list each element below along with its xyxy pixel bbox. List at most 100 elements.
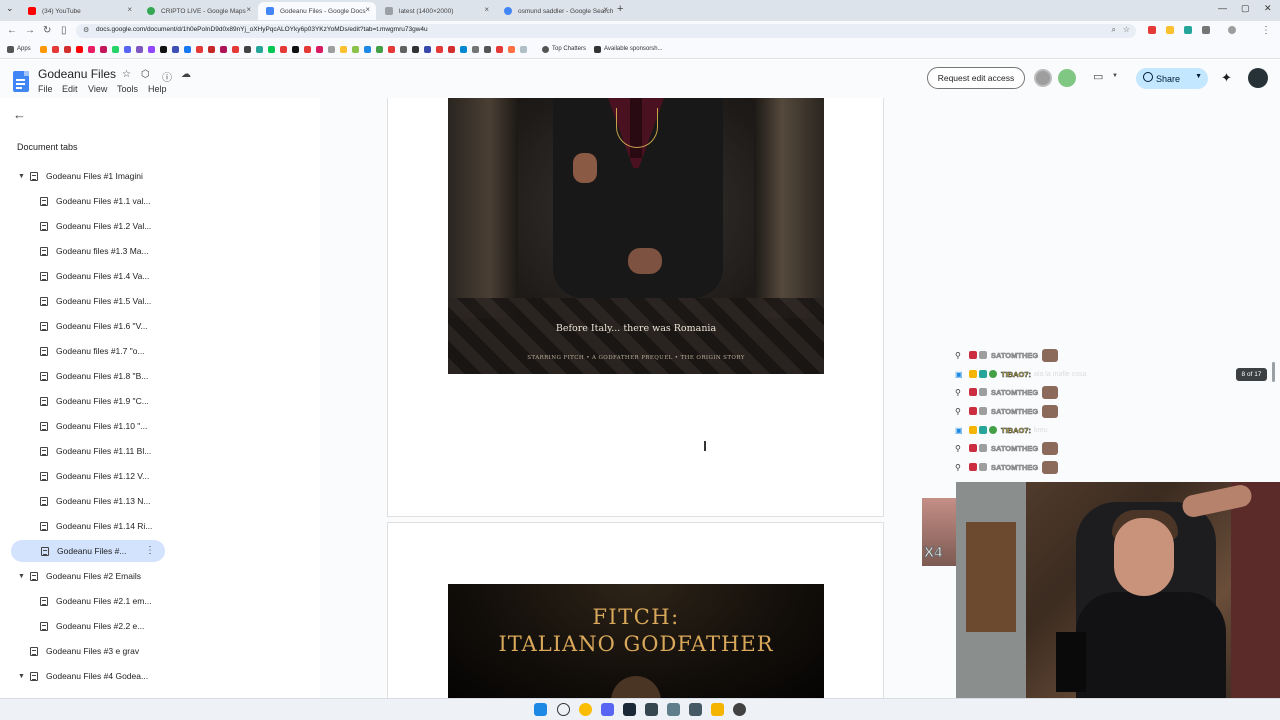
apps-grid-icon[interactable] — [7, 46, 14, 53]
bookmark-icon[interactable] — [184, 46, 191, 53]
bookmark-icon[interactable] — [88, 46, 95, 53]
bookmark-icon[interactable] — [400, 46, 407, 53]
sidebar-item-1-4[interactable]: Godeanu Files #1.4 Va... — [40, 265, 149, 287]
app-icon[interactable] — [689, 703, 702, 716]
close-icon[interactable]: × — [603, 5, 608, 14]
bookmark-icon[interactable] — [112, 46, 119, 53]
poster-image-godfather[interactable]: FITCH: ITALIANO GODFATHER — [448, 584, 824, 698]
minimize-icon[interactable]: — — [1218, 3, 1227, 13]
bookmark-icon[interactable] — [448, 46, 455, 53]
collapse-caret-icon[interactable]: ▼ — [18, 173, 25, 180]
reload-icon[interactable]: ↻ — [43, 25, 51, 36]
bookmark-icon[interactable] — [364, 46, 371, 53]
bookmark-icon[interactable] — [352, 46, 359, 53]
close-icon[interactable]: × — [365, 5, 370, 14]
sidebar-item-current[interactable]: Godeanu Files #... — [11, 540, 165, 562]
obs-icon[interactable] — [733, 703, 746, 716]
bookmark-icon[interactable] — [40, 46, 47, 53]
bookmark-apps[interactable]: Apps — [17, 46, 31, 52]
extension-icon[interactable] — [1148, 26, 1156, 34]
sidebar-item-1-6[interactable]: Godeanu Files #1.6 "V... — [40, 315, 148, 337]
bookmark-icon[interactable] — [136, 46, 143, 53]
bookmark-icon[interactable] — [52, 46, 59, 53]
collapse-caret-icon[interactable]: ▼ — [18, 573, 25, 580]
discord-icon[interactable] — [601, 703, 614, 716]
menu-tools[interactable]: Tools — [117, 84, 138, 94]
bookmark-icon[interactable] — [436, 46, 443, 53]
sidebar-item-1-14[interactable]: Godeanu Files #1.14 Ri... — [40, 515, 152, 537]
sidebar-item-emails[interactable]: Godeanu Files #2 Emails — [30, 565, 141, 587]
docs-logo-icon[interactable] — [13, 71, 29, 92]
bookmark-icon[interactable] — [64, 46, 71, 53]
menu-icon[interactable]: ⋮ — [1261, 25, 1271, 36]
sidebar-item-imagini[interactable]: Godeanu Files #1 Imagini — [30, 165, 143, 187]
extension-icon[interactable] — [1184, 26, 1192, 34]
url-field[interactable]: ⚙ docs.google.com/document/d/1h0ePoInD9d… — [76, 24, 1136, 38]
bookmark-icon[interactable] — [172, 46, 179, 53]
scrollbar-thumb[interactable] — [1272, 362, 1275, 382]
sidebar-item-4[interactable]: Godeanu Files #4 Godea... — [30, 665, 148, 687]
gemini-sparkle-icon[interactable]: ✦ — [1221, 70, 1232, 86]
share-button[interactable]: Share ▼ — [1136, 68, 1208, 89]
bookmark-icon[interactable] — [594, 46, 601, 53]
bookmark-icon[interactable] — [472, 46, 479, 53]
star-icon[interactable]: ☆ — [122, 69, 131, 80]
bookmark-available-sponsorships[interactable]: Available sponsorsh... — [604, 46, 663, 52]
bookmark-top-chatters[interactable]: Top Chatters — [552, 46, 586, 52]
sidebar-item-1-13[interactable]: Godeanu Files #1.13 N... — [40, 490, 151, 512]
cloud-status-icon[interactable]: ☁ — [181, 69, 191, 80]
bookmark-icon[interactable] — [388, 46, 395, 53]
bookmark-icon[interactable] — [460, 46, 467, 53]
move-folder-icon[interactable]: ⬡ — [141, 69, 150, 80]
site-info-icon[interactable]: ⚙ — [83, 26, 89, 34]
bookmark-icon[interactable] — [520, 46, 527, 53]
search-icon[interactable] — [557, 703, 570, 716]
close-icon[interactable]: × — [127, 5, 132, 14]
menu-help[interactable]: Help — [148, 84, 167, 94]
bookmark-icon[interactable] — [424, 46, 431, 53]
maximize-icon[interactable]: ▢ — [1241, 3, 1250, 14]
collaborator-avatar[interactable] — [1034, 69, 1052, 87]
request-edit-access-button[interactable]: Request edit access — [927, 67, 1025, 89]
bookmark-icon[interactable] — [412, 46, 419, 53]
sidebar-item-1-10[interactable]: Godeanu Files #1.10 "... — [40, 415, 147, 437]
more-options-icon[interactable]: ⋮ — [145, 545, 155, 556]
bookmark-star-icon[interactable]: ☆ — [1123, 25, 1130, 34]
bookmark-icon[interactable] — [376, 46, 383, 53]
sidebar-item-2-1[interactable]: Godeanu Files #2.1 em... — [40, 590, 151, 612]
bookmark-icon[interactable] — [268, 46, 275, 53]
bookmark-icon[interactable] — [316, 46, 323, 53]
zoom-icon[interactable]: ⌕ — [1112, 25, 1116, 35]
sidebar-item-1-5[interactable]: Godeanu Files #1.5 Val... — [40, 290, 151, 312]
sidebar-item-1-3[interactable]: Godeanu files #1.3 Ma... — [40, 240, 149, 262]
sidebar-item-1-7[interactable]: Godeanu files #1.7 "o... — [40, 340, 145, 362]
profile-icon[interactable] — [1228, 26, 1236, 34]
sidebar-item-1-2[interactable]: Godeanu Files #1.2 Val... — [40, 215, 151, 237]
sidebar-item-1-11[interactable]: Godeanu Files #1.11 Bl... — [40, 440, 151, 462]
browser-tab-docs[interactable]: Godeanu Files - Google Docs × — [258, 2, 376, 20]
sidebar-item-3[interactable]: Godeanu Files #3 e grav — [30, 640, 139, 662]
bookmark-icon[interactable] — [208, 46, 215, 53]
back-icon[interactable]: ← — [7, 25, 17, 36]
collapse-caret-icon[interactable]: ▼ — [18, 673, 25, 680]
start-menu-icon[interactable] — [534, 703, 547, 716]
extension-icon[interactable] — [1166, 26, 1174, 34]
bookmark-icon[interactable] — [124, 46, 131, 53]
bookmark-icon[interactable] — [496, 46, 503, 53]
sidebar-item-1-9[interactable]: Godeanu Files #1.9 "C... — [40, 390, 149, 412]
bookmark-icon[interactable] — [328, 46, 335, 53]
chevron-down-icon[interactable]: ▼ — [1112, 73, 1118, 79]
new-tab-icon[interactable]: + — [617, 3, 623, 15]
sidepanel-icon[interactable]: ▯ — [61, 25, 67, 36]
sidebar-item-1-1[interactable]: Godeanu Files #1.1 val... — [40, 190, 151, 212]
browser-tab-image[interactable]: latest (1400×2000) × — [377, 2, 495, 20]
bookmark-icon[interactable] — [160, 46, 167, 53]
menu-view[interactable]: View — [88, 84, 107, 94]
tab-search-icon[interactable]: ⌄ — [6, 3, 14, 14]
bookmark-icon[interactable] — [232, 46, 239, 53]
info-icon[interactable]: ⓘ — [162, 69, 172, 84]
chevron-down-icon[interactable]: ▼ — [1195, 73, 1202, 80]
bookmark-icon[interactable] — [76, 46, 83, 53]
file-explorer-icon[interactable] — [711, 703, 724, 716]
bookmark-icon[interactable] — [508, 46, 515, 53]
